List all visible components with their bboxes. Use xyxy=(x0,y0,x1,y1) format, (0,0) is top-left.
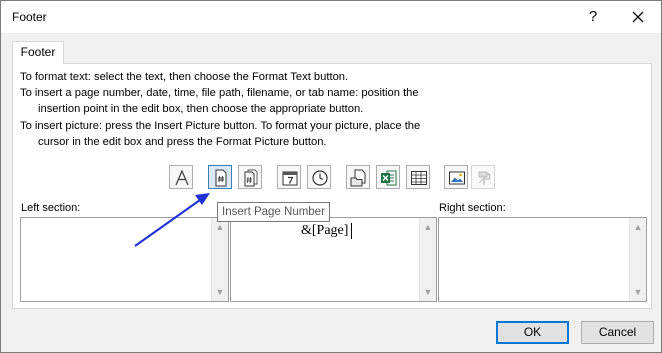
text-caret xyxy=(351,223,352,239)
title-bar: Footer ? xyxy=(1,1,661,33)
insert-time-button[interactable] xyxy=(307,165,331,189)
insert-picture-button[interactable] xyxy=(444,165,468,189)
scroll-up-icon[interactable]: ▲ xyxy=(212,220,228,234)
close-icon xyxy=(632,11,644,23)
insert-picture-icon xyxy=(449,171,465,185)
right-section-label: Right section: xyxy=(439,202,506,214)
insert-number-of-pages-button[interactable] xyxy=(238,165,262,189)
scroll-up-icon[interactable]: ▲ xyxy=(630,220,646,234)
instruction-line: To insert a page number, date, time, fil… xyxy=(20,87,419,99)
left-section-input[interactable]: ▲ ▼ xyxy=(20,217,229,302)
insert-date-icon xyxy=(282,171,298,186)
insert-file-path-icon xyxy=(350,169,366,187)
instruction-line: cursor in the edit box and press the For… xyxy=(38,136,327,148)
close-button[interactable] xyxy=(626,5,650,29)
format-text-icon xyxy=(175,169,189,186)
instruction-line: To insert picture: press the Insert Pict… xyxy=(20,120,421,132)
dialog-title: Footer xyxy=(12,10,47,24)
insert-page-number-icon xyxy=(215,169,227,187)
insert-page-number-button[interactable] xyxy=(208,165,232,189)
scroll-down-icon[interactable]: ▼ xyxy=(630,285,646,299)
help-button[interactable]: ? xyxy=(581,5,605,29)
insert-sheet-name-icon xyxy=(411,171,427,185)
tab-footer[interactable]: Footer xyxy=(12,41,64,64)
center-section-input[interactable]: &[Page] ▲ ▼ xyxy=(230,217,437,302)
right-section-input[interactable]: ▲ ▼ xyxy=(438,217,647,302)
cancel-button[interactable]: Cancel xyxy=(581,321,654,344)
left-section-scrollbar[interactable]: ▲ ▼ xyxy=(211,218,228,301)
insert-sheet-name-button[interactable] xyxy=(406,165,430,189)
tooltip: Insert Page Number xyxy=(217,202,330,222)
instruction-line: insertion point in the edit box, then ch… xyxy=(38,103,364,115)
center-section-scrollbar[interactable]: ▲ ▼ xyxy=(419,218,436,301)
format-picture-icon xyxy=(478,171,491,185)
right-section-scrollbar[interactable]: ▲ ▼ xyxy=(629,218,646,301)
format-text-button[interactable] xyxy=(169,165,193,189)
instruction-line: To format text: select the text, then ch… xyxy=(20,71,349,83)
center-section-text: &[Page] xyxy=(301,223,349,238)
scroll-down-icon[interactable]: ▼ xyxy=(212,285,228,299)
insert-date-button[interactable] xyxy=(277,165,301,189)
left-section-label: Left section: xyxy=(21,202,81,214)
insert-file-name-icon xyxy=(381,170,397,186)
format-picture-button[interactable] xyxy=(471,165,495,189)
insert-file-path-button[interactable] xyxy=(346,165,370,189)
footer-dialog: Footer ? Footer To format text: select t… xyxy=(0,0,662,353)
scroll-up-icon[interactable]: ▲ xyxy=(420,220,436,234)
insert-time-icon xyxy=(312,170,328,186)
insert-file-name-button[interactable] xyxy=(376,165,400,189)
scroll-down-icon[interactable]: ▼ xyxy=(420,285,436,299)
insert-number-of-pages-icon xyxy=(244,169,258,187)
ok-button[interactable]: OK xyxy=(496,321,569,344)
